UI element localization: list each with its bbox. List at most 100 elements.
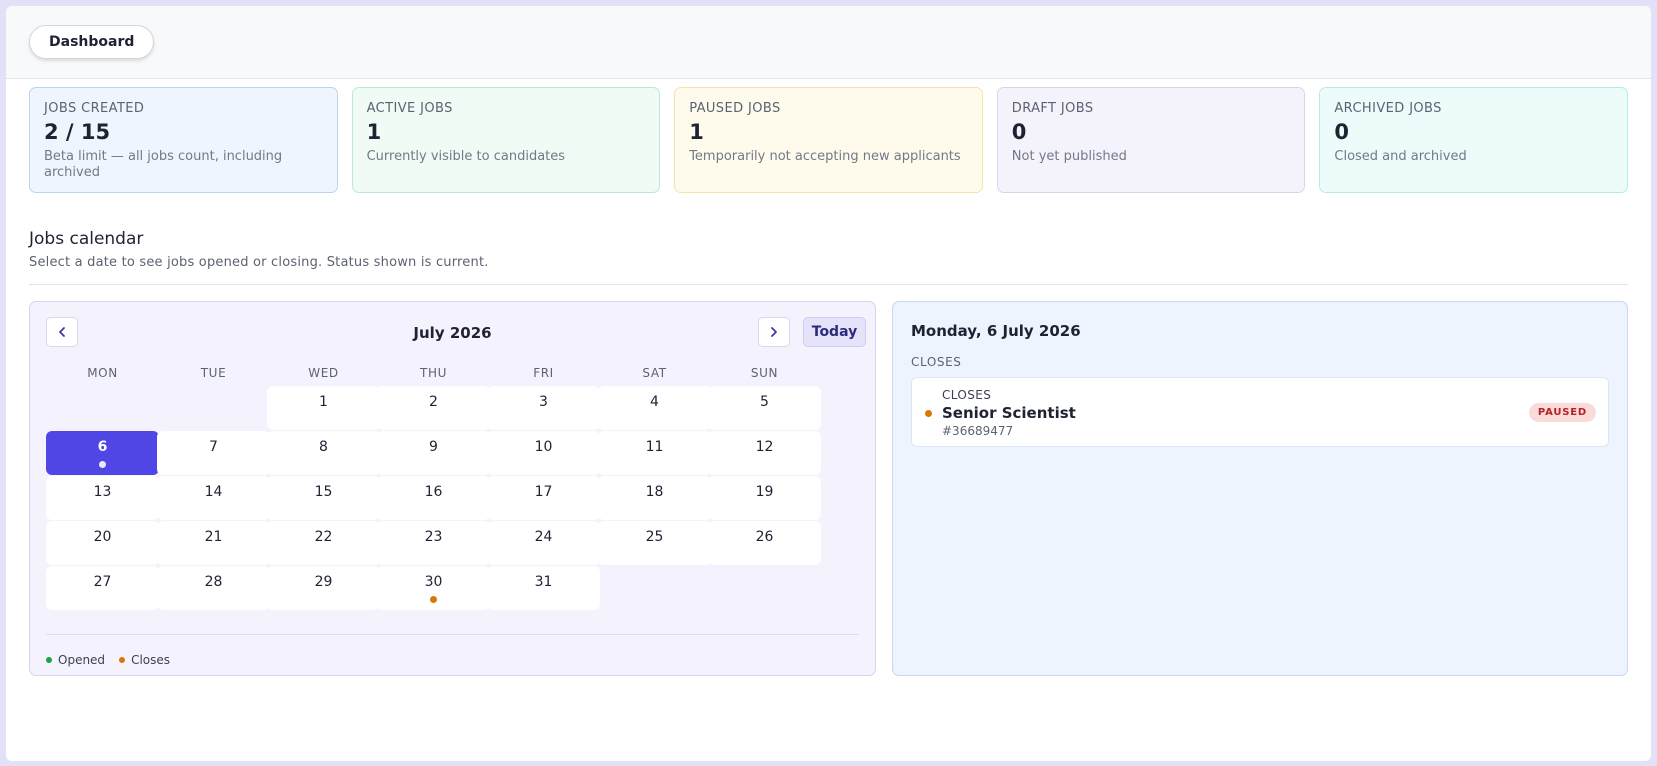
day-number: 11 (645, 439, 664, 455)
stat-label: ACTIVE JOBS (366, 101, 453, 116)
today-button[interactable]: Today (803, 317, 866, 347)
detail-group-label: CLOSES (911, 355, 962, 369)
legend-opened: Opened (46, 653, 105, 667)
stat-value: 0 (1011, 120, 1027, 144)
calendar-day[interactable]: 7 (157, 431, 270, 475)
job-id: #36689477 (942, 424, 1014, 438)
chevron-right-icon (771, 327, 777, 337)
stat-card-archived-jobs: ARCHIVED JOBS 0 Closed and archived (1319, 87, 1628, 193)
stat-value: 0 (1334, 120, 1349, 144)
calendar-day[interactable]: 25 (598, 521, 711, 565)
calendar-day[interactable]: 21 (157, 521, 270, 565)
day-number: 26 (755, 529, 774, 545)
calendar-panel: July 2026 Today Opened Closes MON TUE WED T… (29, 301, 876, 676)
day-number: 15 (314, 484, 333, 500)
stat-card-paused-jobs: PAUSED JOBS 1 Temporarily not accepting … (674, 87, 983, 193)
stat-label: JOBS CREATED (44, 101, 145, 116)
day-number: 24 (534, 529, 553, 545)
calendar-day[interactable]: 13 (46, 476, 159, 520)
day-number: 21 (204, 529, 223, 545)
calendar-day[interactable]: 19 (708, 476, 821, 520)
stat-description: Not yet published (1011, 149, 1127, 164)
app-frame: Dashboard JOBS CREATED 2 / 15 Beta limit… (6, 6, 1651, 761)
calendar-day[interactable]: 1 (267, 386, 380, 430)
calendar-day[interactable]: 17 (487, 476, 600, 520)
calendar-day[interactable]: 30 (377, 566, 490, 610)
legend-closes: Closes (119, 653, 170, 667)
closes-dot-icon (119, 657, 126, 663)
weekday-header: SAT (642, 366, 667, 380)
calendar-day[interactable]: 14 (157, 476, 270, 520)
legend-closes-label: Closes (131, 653, 171, 667)
calendar-day[interactable]: 26 (708, 521, 821, 565)
section-divider (29, 284, 1628, 285)
day-number: 19 (755, 484, 774, 500)
day-number: 18 (645, 484, 664, 500)
stat-description: Beta limit — all jobs count, including a… (44, 149, 283, 180)
job-card[interactable]: CLOSES Senior Scientist #36689477 PAUSED (911, 377, 1609, 447)
stat-card-draft-jobs: DRAFT JOBS 0 Not yet published (996, 87, 1306, 193)
calendar-day[interactable]: 23 (377, 521, 490, 565)
day-number: 1 (319, 394, 328, 410)
calendar-day[interactable]: 8 (267, 431, 380, 475)
calendar-day[interactable]: 28 (157, 566, 270, 610)
calendar-day[interactable]: 12 (708, 431, 821, 475)
weekday-header: SUN (750, 366, 779, 380)
selected-dot-icon (99, 461, 106, 468)
calendar-day[interactable]: 3 (487, 386, 600, 430)
stat-label: DRAFT JOBS (1011, 101, 1094, 116)
calendar-day[interactable]: 11 (598, 431, 711, 475)
day-number: 28 (204, 574, 223, 590)
calendar-day[interactable]: 6 (46, 431, 159, 475)
section-subtitle: Select a date to see jobs opened or clos… (29, 255, 489, 270)
day-number: 17 (534, 484, 553, 500)
calendar-day[interactable]: 18 (598, 476, 711, 520)
opened-dot-icon (46, 657, 52, 663)
weekday-header: MON (87, 366, 118, 380)
stat-card-active-jobs: ACTIVE JOBS 1 Currently visible to candi… (351, 87, 661, 193)
calendar-day[interactable]: 15 (267, 476, 380, 520)
day-number: 9 (429, 439, 438, 455)
weekday-header: WED (308, 366, 339, 380)
day-number: 8 (319, 439, 328, 455)
day-number: 16 (424, 484, 443, 500)
section-title: Jobs calendar (29, 229, 144, 249)
weekday-header: FRI (533, 366, 554, 380)
day-number: 20 (93, 529, 112, 545)
calendar-day[interactable]: 29 (267, 566, 380, 610)
job-event-kind: CLOSES (942, 388, 992, 402)
stat-description: Closed and archived (1334, 149, 1467, 164)
stat-value: 1 (689, 120, 704, 144)
calendar-day[interactable]: 2 (377, 386, 490, 430)
calendar-day[interactable]: 10 (487, 431, 600, 475)
day-number: 13 (93, 484, 112, 500)
calendar-day[interactable]: 9 (377, 431, 490, 475)
next-month-button[interactable] (758, 317, 790, 347)
calendar-divider (46, 634, 859, 635)
day-number: 27 (93, 574, 112, 590)
top-bar: Dashboard (6, 6, 1651, 79)
calendar-day[interactable]: 27 (46, 566, 159, 610)
calendar-day[interactable]: 20 (46, 521, 159, 565)
stat-label: PAUSED JOBS (689, 101, 781, 116)
day-number: 25 (645, 529, 664, 545)
stat-value: 2 / 15 (44, 120, 111, 144)
stat-description: Currently visible to candidates (366, 149, 566, 164)
calendar-day[interactable]: 5 (708, 386, 821, 430)
day-number: 12 (755, 439, 774, 455)
calendar-day[interactable]: 24 (487, 521, 600, 565)
calendar-day[interactable]: 4 (598, 386, 711, 430)
day-number: 4 (650, 394, 659, 410)
job-title: Senior Scientist (942, 404, 1076, 422)
day-number: 7 (209, 439, 218, 455)
calendar-day[interactable]: 22 (267, 521, 380, 565)
stat-label: ARCHIVED JOBS (1334, 101, 1442, 116)
day-number: 2 (429, 394, 438, 410)
dashboard-button[interactable]: Dashboard (29, 25, 155, 59)
calendar-day[interactable]: 16 (377, 476, 490, 520)
stat-value: 1 (366, 120, 382, 144)
month-label: July 2026 (413, 324, 492, 342)
stat-description: Temporarily not accepting new applicants (689, 149, 961, 164)
day-number: 31 (534, 574, 553, 590)
calendar-day[interactable]: 31 (487, 566, 600, 610)
